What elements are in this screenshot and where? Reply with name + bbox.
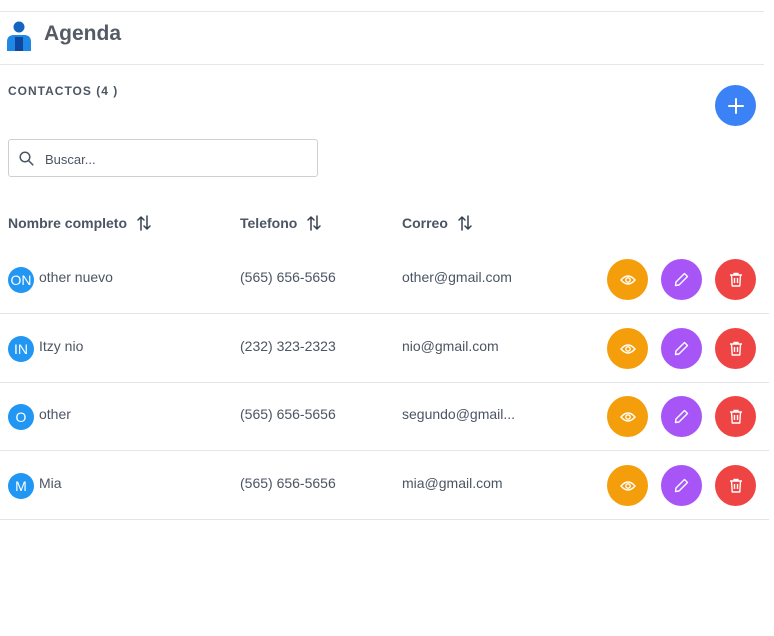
contact-email: mia@gmail.com <box>402 475 503 491</box>
delete-button[interactable] <box>715 396 756 437</box>
edit-button[interactable] <box>661 465 702 506</box>
search-icon <box>19 151 34 166</box>
view-button[interactable] <box>607 328 648 369</box>
eye-icon <box>619 411 636 422</box>
search-box <box>8 139 318 177</box>
contact-phone: (565) 656-5656 <box>240 475 336 491</box>
contact-email: other@gmail.com <box>402 269 512 285</box>
edit-button[interactable] <box>661 396 702 437</box>
column-header-label: Telefono <box>240 215 298 231</box>
eye-icon <box>619 480 636 491</box>
delete-button[interactable] <box>715 465 756 506</box>
contact-phone: (565) 656-5656 <box>240 269 336 285</box>
trash-icon <box>729 409 742 424</box>
edit-button[interactable] <box>661 259 702 300</box>
app-title: Agenda <box>44 22 122 45</box>
column-header-email[interactable]: Correo <box>402 215 472 231</box>
contact-name: Mia <box>39 475 62 491</box>
contact-name: other <box>39 406 71 422</box>
contact-phone: (232) 323-2323 <box>240 338 336 354</box>
trash-icon <box>729 341 742 356</box>
contact-name: other nuevo <box>39 269 113 285</box>
app-header: Agenda <box>0 12 764 65</box>
trash-icon <box>729 272 742 287</box>
table-row: O other (565) 656-5656 segundo@gmail... <box>0 382 769 451</box>
view-button[interactable] <box>607 259 648 300</box>
pencil-icon <box>674 272 689 287</box>
column-header-label: Nombre completo <box>8 215 128 231</box>
eye-icon <box>619 274 636 285</box>
contact-name: Itzy nio <box>39 338 84 354</box>
avatar: M <box>8 473 34 499</box>
eye-icon <box>619 343 636 354</box>
search-input[interactable] <box>43 148 307 170</box>
pencil-icon <box>674 409 689 424</box>
pencil-icon <box>674 478 689 493</box>
avatar: IN <box>8 336 34 362</box>
delete-button[interactable] <box>715 328 756 369</box>
edit-button[interactable] <box>661 328 702 369</box>
table-row: M Mia (565) 656-5656 mia@gmail.com <box>0 451 769 520</box>
add-contact-button[interactable] <box>715 85 756 126</box>
delete-button[interactable] <box>715 259 756 300</box>
column-header-label: Correo <box>402 215 448 231</box>
contact-email: nio@gmail.com <box>402 338 499 354</box>
contact-email: segundo@gmail... <box>402 406 516 422</box>
avatar: O <box>8 404 34 430</box>
table-row: ON other nuevo (565) 656-5656 other@gmai… <box>0 245 769 314</box>
table-row: IN Itzy nio (232) 323-2323 nio@gmail.com <box>0 314 769 383</box>
view-button[interactable] <box>607 396 648 437</box>
avatar: ON <box>8 267 34 293</box>
sort-icon <box>137 215 151 231</box>
trash-icon <box>729 478 742 493</box>
column-header-name[interactable]: Nombre completo <box>8 215 151 231</box>
person-icon <box>7 21 31 51</box>
sort-icon <box>458 215 472 231</box>
plus-icon <box>727 97 744 114</box>
column-header-phone[interactable]: Telefono <box>240 215 322 231</box>
contacts-count-title: CONTACTOS (4 ) <box>8 84 119 98</box>
contact-phone: (565) 656-5656 <box>240 406 336 422</box>
view-button[interactable] <box>607 465 648 506</box>
pencil-icon <box>674 341 689 356</box>
sort-icon <box>307 215 322 231</box>
